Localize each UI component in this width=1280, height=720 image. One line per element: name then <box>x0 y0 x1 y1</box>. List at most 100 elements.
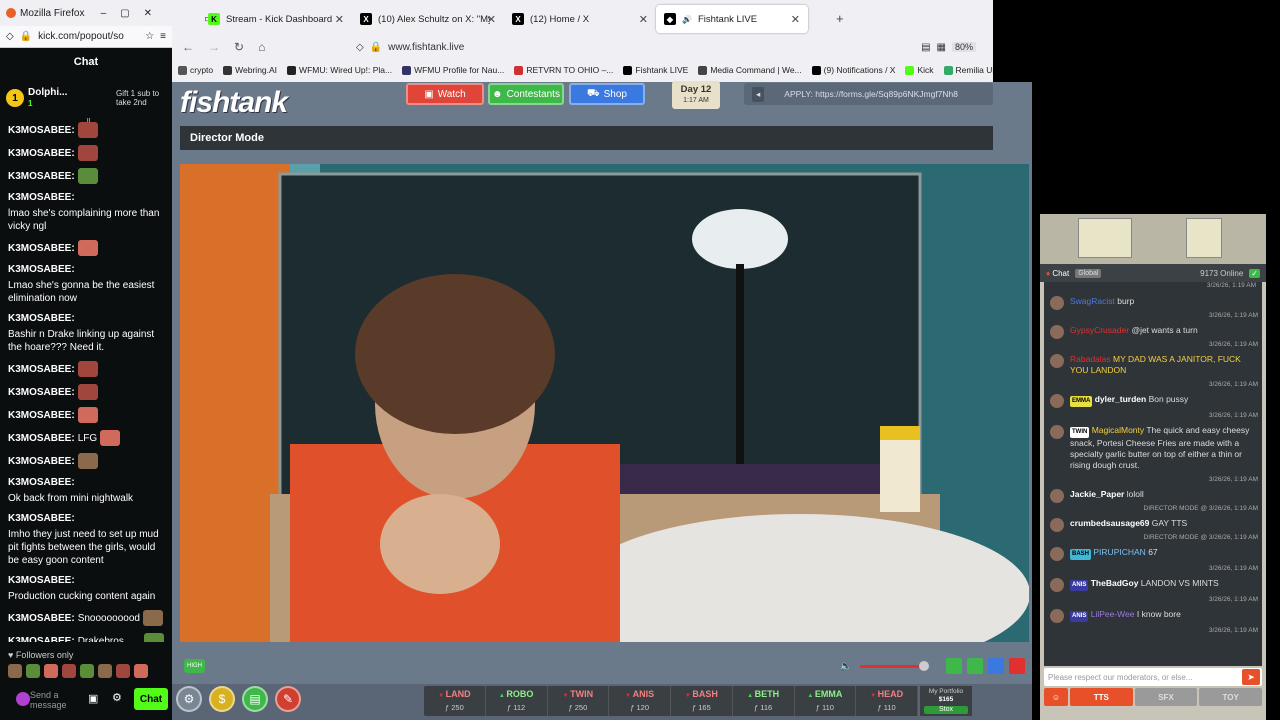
kick-chat-username[interactable]: K3MOSABEE: <box>8 476 75 489</box>
bookmark-item[interactable]: Kick <box>905 65 934 75</box>
volume-slider[interactable] <box>860 660 929 671</box>
chat-username[interactable]: dyler_turden <box>1095 394 1147 404</box>
stock-item[interactable]: ▼ LAND ƒ 250 <box>424 686 486 716</box>
kick-chat-username[interactable]: K3MOSABEE: <box>8 263 75 276</box>
audio-playing-icon[interactable]: 🔊 <box>682 15 692 24</box>
kick-message-input[interactable]: Send a message <box>30 690 80 710</box>
my-portfolio[interactable]: My Portfolio $165 Stox <box>920 686 972 716</box>
kick-chat-username[interactable]: K3MOSABEE: <box>8 363 75 376</box>
arrow-left-icon[interactable]: ◂ <box>752 86 765 102</box>
avatar[interactable] <box>1050 425 1064 439</box>
kick-pinned-gifter[interactable]: 1 Dolphi... 1 Gift 1 sub to take 2nd <box>0 80 172 116</box>
coins-icon[interactable]: $ <box>209 686 235 712</box>
avatar[interactable] <box>1050 489 1064 503</box>
bookmark-item[interactable]: (9) Notifications / X <box>811 65 895 75</box>
bookmark-item[interactable]: Remilia User Profiles <box>943 65 993 75</box>
watch-button[interactable]: ▣ Watch <box>406 83 484 105</box>
kick-chat-username[interactable]: K3MOSABEE: <box>8 386 75 399</box>
inventory-icon[interactable]: ▤ <box>242 686 268 712</box>
fullscreen-icon[interactable] <box>988 658 1004 674</box>
bookmark-item[interactable]: Fishtank LIVE <box>623 65 688 75</box>
screenshot-icon[interactable]: ▤ <box>921 42 930 53</box>
emote-icon[interactable] <box>98 664 112 678</box>
bookmark-item[interactable]: Media Command | We... <box>698 65 802 75</box>
volume-icon[interactable]: 🔈 <box>840 661 852 672</box>
chat-username[interactable]: Jackie_Paper <box>1070 489 1124 499</box>
items-icon[interactable]: ✎ <box>275 686 301 712</box>
avatar[interactable] <box>1050 296 1064 310</box>
fishtank-logo[interactable]: fishtank <box>180 86 288 120</box>
browser-tab[interactable]: X (12) Home / X ✕ <box>504 5 656 33</box>
emote-icon[interactable] <box>62 664 76 678</box>
kick-chat-username[interactable]: K3MOSABEE: <box>8 455 75 468</box>
browser-tab[interactable]: ◆ 🔊 Fishtank LIVE ✕ <box>656 5 808 33</box>
chat-username[interactable]: crumbedsausage69 <box>1070 518 1149 528</box>
emote-icon[interactable] <box>80 664 94 678</box>
send-icon[interactable]: ➤ <box>1242 669 1260 685</box>
emoji-button[interactable]: ☺ <box>1044 688 1068 706</box>
gift-sub-prompt[interactable]: Gift 1 sub to take 2nd <box>116 89 166 107</box>
chat-username[interactable]: SwagRacist <box>1070 296 1115 306</box>
kick-chat-username[interactable]: K3MOSABEE: <box>8 512 75 525</box>
live-video-stream[interactable] <box>180 164 1029 642</box>
camera-thumbnail[interactable] <box>1186 218 1222 258</box>
avatar[interactable] <box>1050 354 1064 368</box>
emote-icon[interactable] <box>8 664 22 678</box>
camera-thumbnail[interactable] <box>1078 218 1132 258</box>
reader-icon[interactable]: ▦ <box>937 42 946 53</box>
avatar[interactable] <box>1050 325 1064 339</box>
kick-url-text[interactable]: kick.com/popout/so <box>38 31 124 42</box>
kick-chat-username[interactable]: K3MOSABEE: <box>8 635 75 643</box>
stock-item[interactable]: ▼ HEAD ƒ 110 <box>856 686 918 716</box>
volume-handle[interactable] <box>919 660 929 671</box>
emote-icon[interactable] <box>134 664 148 678</box>
stock-item[interactable]: ▼ ANIS ƒ 120 <box>609 686 671 716</box>
chat-username[interactable]: LilPee-Wee <box>1091 609 1135 619</box>
chat-tab[interactable]: ♦ Chat <box>1046 269 1069 278</box>
shop-button[interactable]: ⛟ Shop <box>569 83 645 105</box>
home-icon[interactable]: ⌂ <box>258 40 265 54</box>
kick-chat-username[interactable]: K3MOSABEE: <box>8 147 75 160</box>
fishtank-chat-input[interactable]: Please respect our moderators, or else..… <box>1044 668 1262 686</box>
chat-username[interactable]: PIRUPICHAN <box>1093 547 1145 557</box>
zoom-level[interactable]: 80% <box>951 42 976 52</box>
kick-chat-username[interactable]: K3MOSABEE: <box>8 612 75 625</box>
apply-banner[interactable]: ◂ APPLY: https://forms.gle/Sq89p6NKJmgf7N… <box>744 83 993 105</box>
kick-chat-username[interactable]: K3MOSABEE: <box>8 242 75 255</box>
stock-item[interactable]: ▲ EMMA ƒ 110 <box>795 686 857 716</box>
stock-item[interactable]: ▲ ROBO ƒ 112 <box>486 686 548 716</box>
emote-icon[interactable] <box>116 664 130 678</box>
kick-chat-username[interactable]: K3MOSABEE: <box>8 170 75 183</box>
record-icon[interactable] <box>1009 658 1025 674</box>
avatar[interactable] <box>1050 394 1064 408</box>
bookmark-item[interactable]: WFMU Profile for Nau... <box>402 65 504 75</box>
chat-username[interactable]: Rabadalas <box>1070 354 1111 364</box>
kick-chat-username[interactable]: K3MOSABEE: <box>8 432 75 445</box>
toy-button[interactable]: TOY <box>1199 688 1263 706</box>
microphone-icon[interactable] <box>16 692 30 706</box>
back-icon[interactable]: ← <box>182 40 194 54</box>
browser-tab[interactable]: K Stream - Kick Dashboard ✕ <box>200 5 352 33</box>
bookmark-item[interactable]: crypto <box>178 65 213 75</box>
kick-chat-username[interactable]: K3MOSABEE: <box>8 409 75 422</box>
avatar[interactable] <box>1050 609 1064 623</box>
gear-icon[interactable]: ⚙ <box>112 691 122 704</box>
emote-icon[interactable] <box>26 664 40 678</box>
new-tab-icon[interactable]: + <box>836 11 844 26</box>
kick-urlbar[interactable]: ◇ 🔒 kick.com/popout/so ☆ ≡ <box>0 26 172 48</box>
kick-chat-username[interactable]: K3MOSABEE: <box>8 312 75 325</box>
avatar[interactable] <box>1050 578 1064 592</box>
avatar[interactable] <box>1050 518 1064 532</box>
url-text[interactable]: www.fishtank.live <box>388 42 464 53</box>
kick-chat-username[interactable]: K3MOSABEE: <box>8 124 75 137</box>
stock-item[interactable]: ▼ BASH ƒ 165 <box>671 686 733 716</box>
bookmark-item[interactable]: Webring.AI <box>223 65 277 75</box>
kick-chat-username[interactable]: K3MOSABEE: <box>8 191 75 204</box>
url-bar[interactable]: ◇ 🔒 www.fishtank.live ▤ ▦ 80% <box>356 38 976 56</box>
quality-badge[interactable]: HIGH <box>184 659 205 673</box>
users-icon[interactable]: ✓ <box>1249 268 1260 278</box>
reload-icon[interactable]: ↻ <box>234 40 244 54</box>
global-room-button[interactable]: Global <box>1075 268 1102 278</box>
chat-username[interactable]: TheBadGoy <box>1091 578 1139 588</box>
kick-chat-username[interactable]: K3MOSABEE: <box>8 574 75 587</box>
